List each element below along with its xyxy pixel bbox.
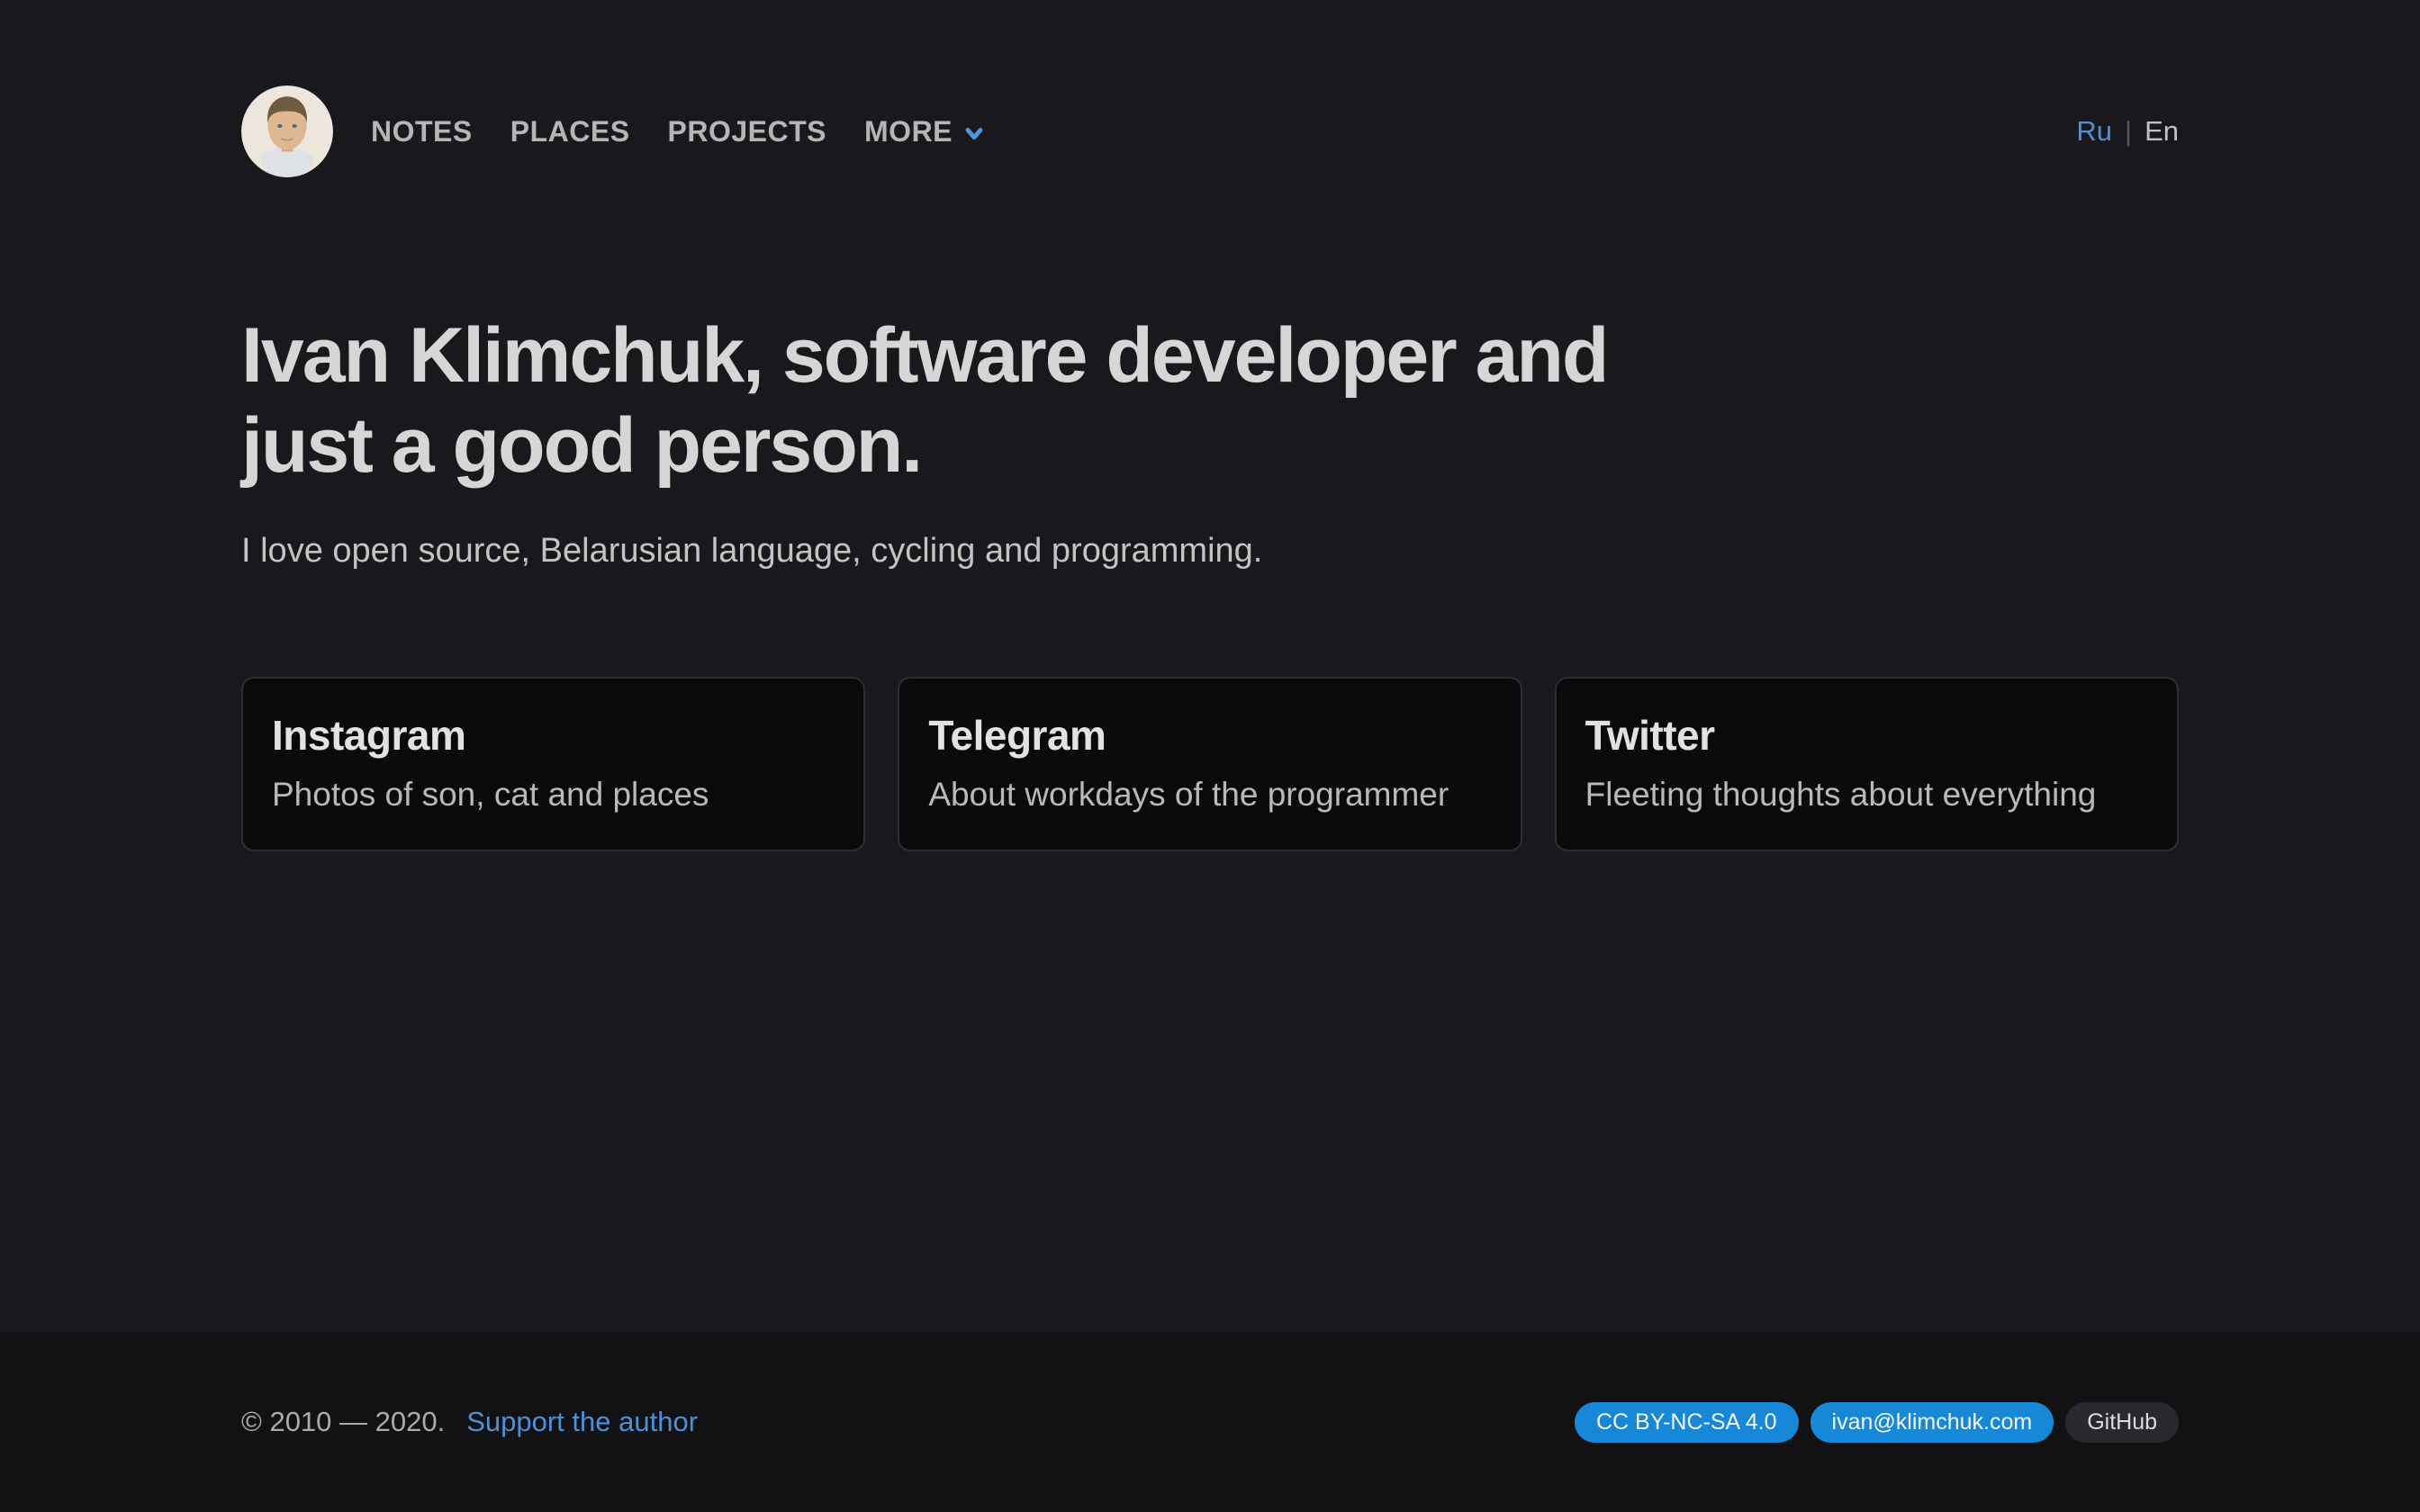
page: Notes Places Projects More Ru | En Ivan …	[0, 0, 2420, 1512]
language-switcher: Ru | En	[2076, 115, 2179, 148]
card-telegram[interactable]: Telegram About workdays of the programme…	[898, 677, 1522, 851]
main-nav: Notes Places Projects More	[371, 115, 987, 148]
copyright-text: © 2010 — 2020.	[241, 1406, 445, 1438]
chevron-down-icon	[962, 121, 987, 146]
card-twitter-description: Fleeting thoughts about everything	[1585, 776, 2148, 814]
license-badge[interactable]: CC BY-NC-SA 4.0	[1575, 1402, 1799, 1443]
page-title: Ivan Klimchuk, software developer and ju…	[241, 310, 1646, 490]
card-instagram-description: Photos of son, cat and places	[272, 776, 835, 814]
card-instagram-title: Instagram	[272, 711, 835, 760]
lang-en-current: En	[2145, 115, 2179, 148]
card-twitter-title: Twitter	[1585, 711, 2148, 760]
card-instagram[interactable]: Instagram Photos of son, cat and places	[241, 677, 865, 851]
nav-item-more[interactable]: More	[864, 115, 987, 148]
card-twitter[interactable]: Twitter Fleeting thoughts about everythi…	[1555, 677, 2179, 851]
github-badge[interactable]: GitHub	[2065, 1402, 2179, 1443]
avatar-photo-icon	[241, 86, 333, 177]
avatar[interactable]	[241, 86, 333, 177]
site-footer: © 2010 — 2020. Support the author CC BY-…	[0, 1332, 2420, 1512]
support-author-link[interactable]: Support the author	[466, 1406, 698, 1438]
page-subtitle: I love open source, Belarusian language,…	[241, 532, 2179, 571]
main-content: Ivan Klimchuk, software developer and ju…	[0, 177, 2420, 1332]
footer-left: © 2010 — 2020. Support the author	[241, 1406, 698, 1438]
social-cards: Instagram Photos of son, cat and places …	[241, 677, 2179, 851]
nav-item-projects[interactable]: Projects	[668, 115, 826, 148]
lang-ru-link[interactable]: Ru	[2076, 115, 2112, 148]
card-telegram-title: Telegram	[928, 711, 1491, 760]
language-separator: |	[2125, 115, 2132, 148]
card-telegram-description: About workdays of the programmer	[928, 776, 1491, 814]
nav-item-places[interactable]: Places	[510, 115, 630, 148]
footer-badges: CC BY-NC-SA 4.0 ivan@klimchuk.com GitHub	[1575, 1402, 2179, 1443]
nav-item-notes[interactable]: Notes	[371, 115, 473, 148]
nav-item-more-label: More	[864, 115, 953, 148]
email-badge[interactable]: ivan@klimchuk.com	[1810, 1402, 2054, 1443]
site-header: Notes Places Projects More Ru | En	[0, 0, 2420, 177]
